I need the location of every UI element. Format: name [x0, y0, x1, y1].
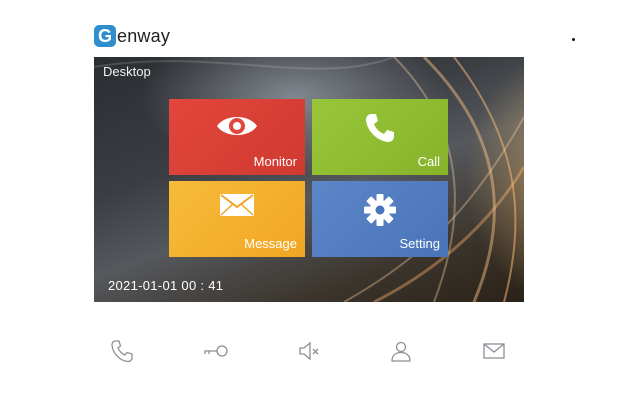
envelope-icon — [219, 193, 255, 222]
call-tile[interactable]: Call — [312, 99, 448, 175]
screen-title: Desktop — [103, 64, 151, 79]
message-tile-label: Message — [244, 236, 297, 251]
display-screen: Desktop Monitor Call Message Setting 202… — [94, 57, 524, 302]
setting-tile-label: Setting — [399, 236, 440, 251]
unlock-button[interactable] — [201, 340, 231, 366]
status-led — [572, 38, 575, 41]
user-icon — [389, 339, 413, 368]
date-time-display: 2021-01-01 00 : 41 — [108, 278, 224, 293]
mute-icon — [297, 339, 321, 368]
key-icon — [202, 343, 230, 364]
setting-tile[interactable]: Setting — [312, 181, 448, 257]
mail-icon — [482, 341, 506, 366]
call-tile-label: Call — [417, 154, 440, 169]
phone-icon — [363, 111, 397, 150]
wallpaper-swirls — [94, 57, 524, 302]
eye-icon — [215, 111, 259, 146]
message-tile[interactable]: Message — [169, 181, 305, 257]
gear-icon — [363, 193, 397, 232]
mute-button[interactable] — [296, 340, 322, 366]
brand-logo: G enway — [94, 24, 170, 48]
user-button[interactable] — [388, 340, 414, 366]
phone-icon — [110, 339, 134, 368]
message-button[interactable] — [481, 340, 507, 366]
brand-logo-text: enway — [117, 25, 171, 46]
brand-logo-mark: G — [94, 25, 116, 47]
monitor-tile-label: Monitor — [253, 154, 297, 169]
monitor-tile[interactable]: Monitor — [169, 99, 305, 175]
call-button[interactable] — [109, 339, 135, 368]
